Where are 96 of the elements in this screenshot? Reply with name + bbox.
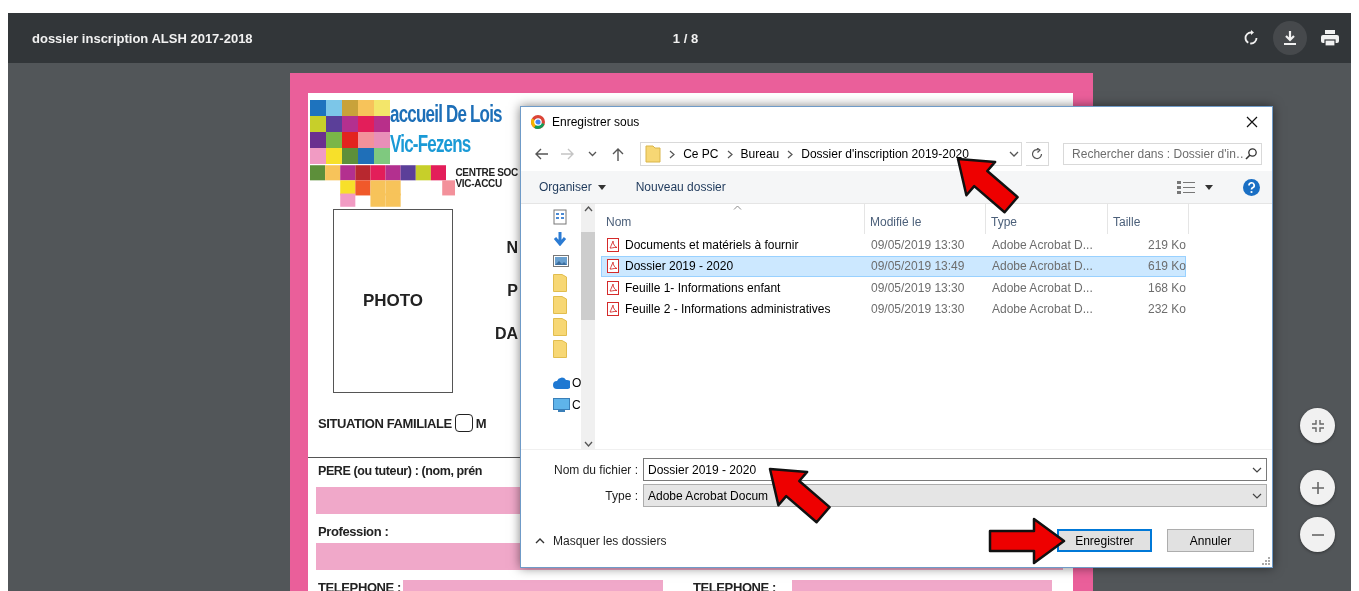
field-label: Type :	[604, 488, 639, 503]
file-type-select[interactable]: Adobe Acrobat Docum	[643, 484, 1267, 507]
fit-page-button[interactable]	[1300, 408, 1335, 443]
option-label: M	[475, 415, 487, 431]
column-header[interactable]: Modifié le	[865, 204, 986, 234]
dialog-title: Enregistrer sous	[552, 115, 641, 129]
sort-icon	[732, 205, 742, 210]
scroll-down-icon[interactable]	[583, 441, 593, 447]
browser-icon	[531, 115, 545, 129]
file-row[interactable]: Feuille 2 - Informations administratives 09/05/2019 13:30 Adobe Acrobat D... 232 Ko	[601, 298, 1186, 320]
toolbar-button[interactable]: Nouveau dossier	[635, 180, 726, 194]
file-row[interactable]: Dossier 2019 - 2020 09/05/2019 13:49 Adobe Acrobat D... 619 Ko	[601, 255, 1186, 277]
page-indicator: 1 / 8	[672, 30, 699, 46]
computer-icon[interactable]	[553, 397, 570, 412]
download-icon[interactable]	[553, 231, 567, 246]
column-header[interactable]: Nom	[601, 204, 865, 234]
refresh-button[interactable]	[1025, 142, 1050, 166]
search-icon[interactable]	[1245, 148, 1257, 160]
pdf-file-icon	[607, 280, 619, 295]
field-label: Profession :	[318, 524, 389, 539]
dropdown-icon[interactable]	[1252, 492, 1262, 499]
zoom-out-button[interactable]	[1300, 517, 1335, 552]
cancel-button[interactable]: Annuler	[1167, 529, 1254, 552]
chevron-icon	[726, 149, 733, 159]
file-type: Adobe Acrobat D...	[991, 302, 1094, 316]
file-date: 09/05/2019 13:30	[870, 237, 966, 252]
nav-item-label[interactable]: C	[572, 397, 581, 412]
refresh-icon[interactable]	[1030, 148, 1043, 160]
chevron-icon	[787, 149, 794, 159]
logo-title: accueil De Lois	[390, 100, 502, 130]
column-header[interactable]: Taille	[1108, 204, 1189, 234]
menu-button[interactable]: Organiser	[539, 180, 606, 194]
pointer-arrow	[768, 467, 832, 525]
list-view-icon[interactable]	[1177, 181, 1195, 194]
dropdown-icon[interactable]	[1252, 466, 1262, 473]
pdf-file-icon	[607, 259, 619, 273]
save-button[interactable]: Enregistrer	[1057, 529, 1152, 552]
download-icon[interactable]	[1283, 30, 1297, 46]
breadcrumb-item[interactable]: Bureau	[740, 147, 780, 161]
view-options-button[interactable]	[1177, 180, 1213, 194]
file-date: 09/05/2019 13:30	[870, 280, 966, 295]
pdf-file-icon	[607, 302, 619, 316]
pdf-file-icon	[607, 237, 619, 252]
resize-grip-icon[interactable]	[1262, 557, 1270, 565]
logo-subtitle: VIC-ACCU	[455, 178, 503, 189]
file-size: 619 Ko	[1146, 259, 1187, 273]
chevron-icon	[669, 149, 676, 159]
help-icon[interactable]	[1243, 178, 1260, 196]
field-label: P	[507, 282, 518, 300]
text-input[interactable]: Dossier 2019 - 2020	[648, 460, 1252, 479]
file-row[interactable]: Documents et matériels à fournir 09/05/2019 13:30 Adobe Acrobat D... 219 Ko	[601, 234, 1186, 255]
breadcrumb-item[interactable]: Dossier d'inscription 2019-2020	[801, 147, 969, 161]
search-field[interactable]: Rechercher dans : Dossier d'in…	[1063, 143, 1262, 165]
caret-icon[interactable]	[1205, 184, 1213, 190]
field-label: Nom du fichier :	[552, 462, 639, 477]
download-button[interactable]	[1273, 21, 1307, 55]
chevron-icon[interactable]	[587, 151, 597, 157]
rotate-icon[interactable]	[1243, 30, 1259, 46]
document-title: dossier inscription ALSH 2017-2018	[32, 31, 253, 46]
file-type: Adobe Acrobat D...	[991, 237, 1094, 252]
file-size: 219 Ko	[1146, 237, 1187, 252]
file-name: Feuille 1- Informations enfant	[625, 280, 781, 295]
field-label: N	[506, 239, 518, 257]
hide-folders-button[interactable]: Masquer les dossiers	[535, 533, 667, 548]
filename-field[interactable]: Dossier 2019 - 2020	[643, 458, 1267, 481]
caret-icon	[597, 184, 606, 190]
logo-subtitle: CENTRE SOC	[455, 167, 518, 178]
field-label: PERE (ou tuteur) : (nom, prén	[318, 464, 483, 478]
print-icon[interactable]	[1321, 30, 1339, 46]
file-date: 09/05/2019 13:49	[870, 259, 966, 273]
file-row[interactable]: Feuille 1- Informations enfant 09/05/2019 13:30 Adobe Acrobat D... 168 Ko	[601, 277, 1186, 298]
file-name: Feuille 2 - Informations administratives	[625, 302, 831, 316]
file-type: Adobe Acrobat D...	[991, 259, 1094, 273]
field-label: SITUATION FAMILIALE	[318, 415, 452, 431]
breadcrumb-item[interactable]: Ce PC	[683, 147, 719, 161]
cloud-icon[interactable]	[553, 376, 570, 389]
file-type: Adobe Acrobat D...	[991, 280, 1094, 295]
zoom-in-button[interactable]	[1300, 470, 1335, 505]
field-label: DA	[494, 325, 518, 343]
dropdown-icon[interactable]	[1008, 151, 1019, 157]
file-name: Documents et matériels à fournir	[625, 237, 799, 252]
scroll-up-icon[interactable]	[583, 206, 593, 212]
plus-icon[interactable]	[1311, 481, 1324, 494]
folder-icon	[645, 145, 662, 163]
nav-item-label[interactable]: O	[572, 375, 582, 390]
file-size: 168 Ko	[1146, 280, 1187, 295]
photo-frame: PHOTO	[333, 209, 453, 393]
address-bar[interactable]: Ce PC Bureau Dossier d'inscription 2019-2020	[640, 142, 1022, 166]
scrollbar-thumb[interactable]	[581, 232, 596, 320]
file-name: Dossier 2019 - 2020	[625, 259, 734, 273]
document-icon[interactable]	[553, 208, 567, 225]
pointer-arrow	[956, 157, 1020, 215]
file-date: 09/05/2019 13:30	[870, 302, 966, 316]
file-size: 232 Ko	[1146, 302, 1187, 316]
collapse-icon[interactable]	[1311, 419, 1324, 432]
picture-icon[interactable]	[553, 253, 569, 268]
